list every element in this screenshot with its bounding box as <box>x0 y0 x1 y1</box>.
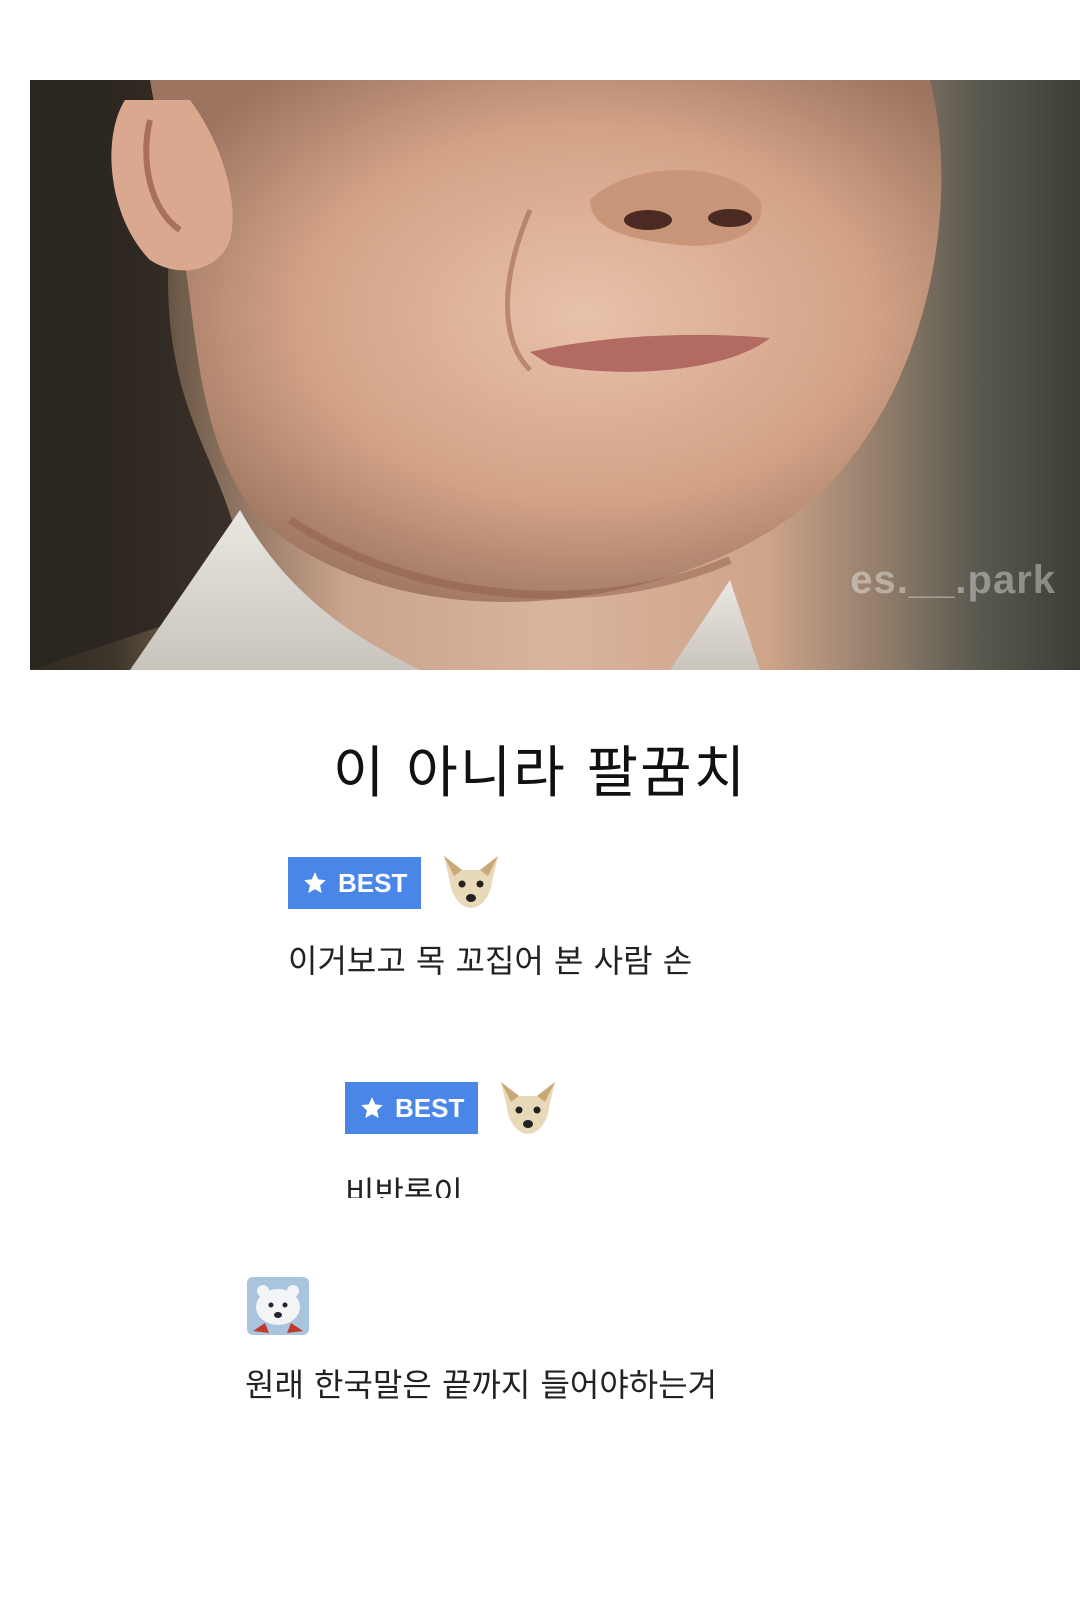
comment-text-cropped: 비반론이 <box>345 1174 463 1198</box>
best-badge: BEST <box>288 857 422 909</box>
chihuahua-icon <box>501 1082 555 1134</box>
badge-label: BEST <box>338 867 408 898</box>
caption-title: 이 아니라 팔꿈치 <box>332 741 748 806</box>
comment-text: 원래 한국말은 끝까지 들어야하는겨 <box>245 1366 718 1404</box>
badge-label: BEST <box>395 1092 465 1123</box>
watermark-text: es.__.park <box>850 558 1056 602</box>
star-icon <box>361 1097 383 1118</box>
polar-bear-icon <box>247 1277 309 1335</box>
meme-photo: es.__.park <box>30 80 1080 670</box>
best-badge: BEST <box>345 1082 479 1134</box>
comment-text: 이거보고 목 꼬집어 본 사람 손 <box>288 942 693 980</box>
star-icon <box>304 872 326 893</box>
chihuahua-icon <box>444 856 498 908</box>
